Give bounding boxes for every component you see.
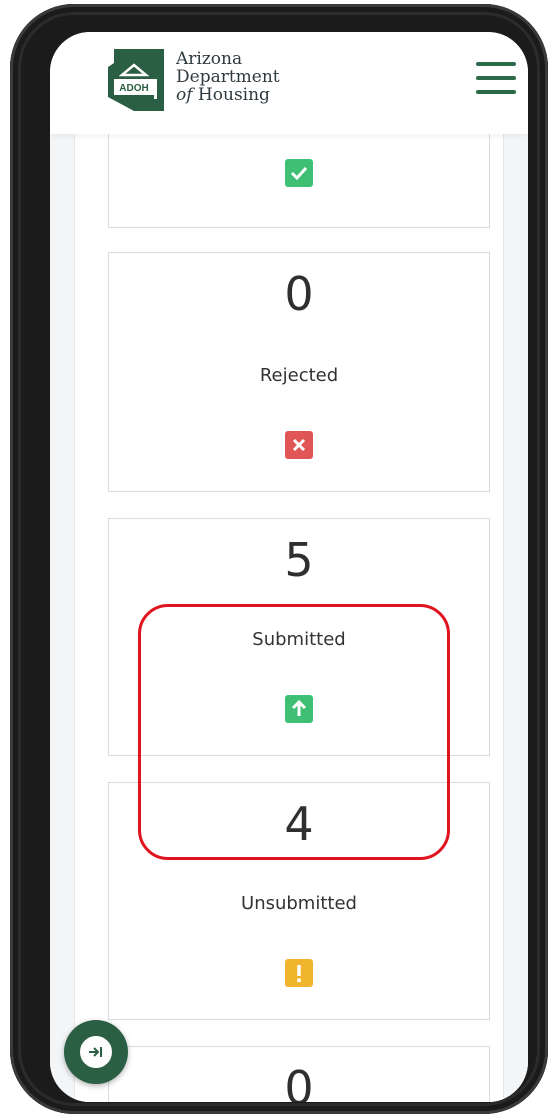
exclamation-icon [285, 959, 313, 987]
org-name-line-3: of Housing [176, 86, 280, 104]
menu-bar-icon [476, 90, 516, 94]
expand-panel-button[interactable] [64, 1020, 128, 1084]
phone-screen: ADOH Arizona Department of Housing 0 Rej… [50, 32, 528, 1102]
submitted-label: Submitted [252, 629, 346, 650]
unsubmitted-count: 4 [284, 797, 314, 851]
rejected-label: Rejected [259, 365, 339, 386]
dashboard-content[interactable]: 0 Rejected 5 Submitted 4 Unsubmitted 0 [50, 124, 528, 1102]
status-card-approved[interactable] [108, 124, 490, 228]
arizona-state-icon: ADOH [108, 49, 164, 111]
status-card-rejected[interactable]: 0 Rejected [108, 252, 490, 492]
submitted-count: 5 [284, 533, 314, 587]
adoh-logo[interactable]: ADOH [104, 45, 172, 115]
unsubmitted-label: Unsubmitted [241, 893, 357, 914]
org-name: Arizona Department of Housing [176, 50, 280, 104]
org-name-line-2: Department [176, 67, 280, 87]
expand-icon [80, 1036, 112, 1068]
rejected-count: 0 [284, 267, 314, 321]
svg-text:ADOH: ADOH [119, 83, 148, 94]
check-icon [285, 159, 313, 187]
arrow-up-icon [285, 695, 313, 723]
phone-frame: ADOH Arizona Department of Housing 0 Rej… [10, 4, 548, 1114]
next-count: 0 [284, 1061, 314, 1102]
org-name-of: of [176, 85, 193, 105]
menu-bar-icon [476, 62, 516, 66]
menu-bar-icon [476, 76, 516, 80]
org-name-line-1: Arizona [176, 49, 243, 69]
org-name-housing: Housing [192, 85, 270, 105]
x-icon [285, 431, 313, 459]
site-header: ADOH Arizona Department of Housing [50, 32, 528, 134]
hamburger-menu-button[interactable] [476, 60, 516, 96]
status-card-submitted[interactable]: 5 Submitted [108, 518, 490, 756]
status-card-unsubmitted[interactable]: 4 Unsubmitted [108, 782, 490, 1020]
status-card-next[interactable]: 0 [108, 1046, 490, 1102]
